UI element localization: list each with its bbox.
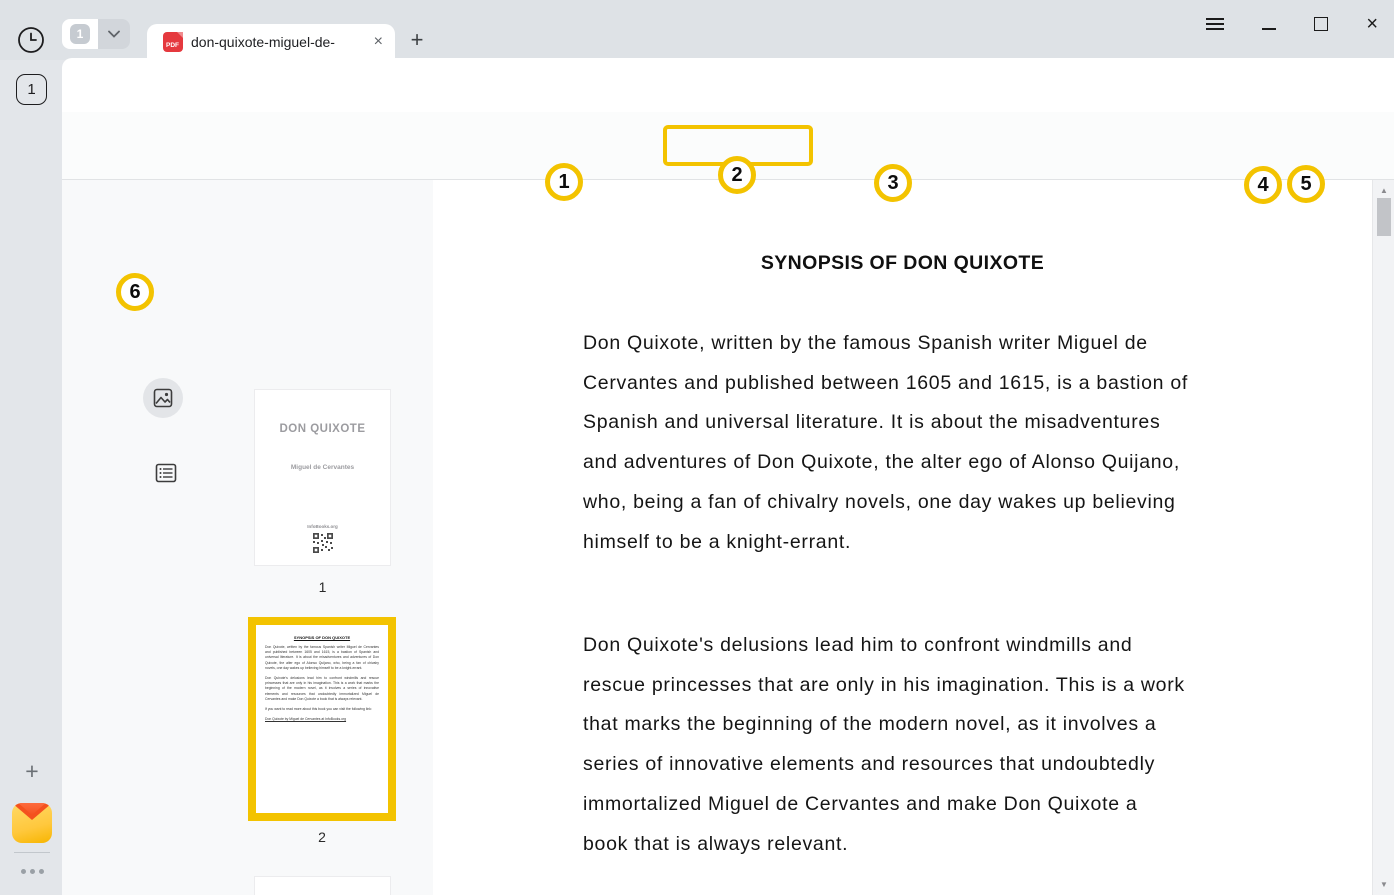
scroll-up-icon[interactable]: ▲ — [1373, 186, 1394, 195]
mail-icon[interactable] — [12, 803, 52, 843]
thumb1-page-label: 1 — [255, 579, 390, 595]
browser-window: 1 PDF don-quixote-miguel-de- × + × 1 + ←… — [0, 0, 1394, 895]
browser-chrome: ← ↻ file:///C:/Users/Alice/Downloads/don… — [62, 58, 1394, 112]
tab-strip: 1 PDF don-quixote-miguel-de- × + × — [0, 0, 1394, 60]
document-heading: SYNOPSIS OF DON QUIXOTE — [433, 252, 1372, 275]
close-window-button[interactable]: × — [1366, 14, 1378, 34]
history-clock-icon[interactable] — [17, 26, 45, 54]
thumb1-title: DON QUIXOTE — [255, 423, 390, 435]
rail-divider — [14, 852, 50, 853]
thumbnail-page-1[interactable]: DON QUIXOTE Miguel de Cervantes InfoBook… — [255, 390, 390, 565]
thumb1-site: InfoBooks.org — [255, 524, 390, 529]
annotation-circle-1: 1 — [545, 163, 583, 201]
new-tab-button[interactable]: + — [402, 25, 432, 55]
tab-close-icon[interactable]: × — [374, 34, 383, 50]
thumb2-page-content: SYNOPSIS OF DON QUIXOTE Don Quixote, wri… — [256, 625, 388, 813]
thumb2-paragraph: Don Quixote, written by the famous Spani… — [265, 645, 379, 671]
scroll-down-icon[interactable]: ▼ — [1373, 880, 1394, 889]
thumbnail-page-2-selected[interactable]: SYNOPSIS OF DON QUIXOTE Don Quixote, wri… — [248, 617, 396, 821]
document-paragraph-2: Don Quixote's delusions lead him to conf… — [583, 626, 1243, 864]
pdf-page-view[interactable]: SYNOPSIS OF DON QUIXOTE Don Quixote, wri… — [433, 180, 1372, 895]
chevron-down-icon — [108, 30, 120, 38]
qr-code — [312, 532, 334, 554]
minimize-button[interactable] — [1262, 28, 1276, 30]
tab-group-pill[interactable]: 1 — [62, 19, 130, 49]
main-scrollbar[interactable]: ▲ ▼ — [1372, 180, 1394, 895]
app-menu-icon[interactable] — [1206, 18, 1224, 30]
rail-add-button[interactable]: + — [19, 758, 45, 784]
thumb2-paragraph: If you want to read more about this book… — [265, 707, 379, 712]
thumb2-heading: SYNOPSIS OF DON QUIXOTE — [265, 635, 379, 640]
thumb2-paragraph: Don Quixote's delusions lead him to conf… — [265, 676, 379, 702]
tab-pdf-document[interactable]: PDF don-quixote-miguel-de- × — [147, 24, 395, 60]
maximize-button[interactable] — [1314, 17, 1328, 31]
main-scrollbar-thumb[interactable] — [1377, 198, 1391, 236]
thumbnails-panel-icon[interactable] — [143, 378, 183, 418]
rail-more-icon[interactable] — [21, 869, 44, 874]
tab-group-expand-button[interactable] — [98, 19, 130, 49]
window-controls: × — [1206, 10, 1378, 38]
annotation-circle-4: 4 — [1244, 166, 1282, 204]
thumb3-page-content: If you wish to read this work in other l… — [255, 877, 390, 895]
pdf-file-icon: PDF — [163, 32, 183, 52]
annotation-circle-5: 5 — [1287, 165, 1325, 203]
workspace-indicator[interactable]: 1 — [62, 19, 98, 49]
annotation-circle-3: 3 — [874, 164, 912, 202]
thumb1-author: Miguel de Cervantes — [255, 464, 390, 471]
document-paragraph-1: Don Quixote, written by the famous Spani… — [583, 324, 1243, 562]
rail-window-badge[interactable]: 1 — [16, 74, 47, 105]
outline-panel-icon[interactable] — [154, 461, 178, 485]
tab-title: don-quixote-miguel-de- — [191, 34, 366, 50]
thumbnail-page-3[interactable]: If you wish to read this work in other l… — [255, 877, 390, 895]
workspace-count-badge: 1 — [70, 24, 90, 44]
annotation-circle-6: 6 — [116, 273, 154, 311]
thumb2-link: Don Quixote by Miguel de Cervantes at In… — [265, 717, 379, 722]
thumb2-page-label: 2 — [248, 829, 396, 845]
annotation-circle-2: 2 — [718, 156, 756, 194]
